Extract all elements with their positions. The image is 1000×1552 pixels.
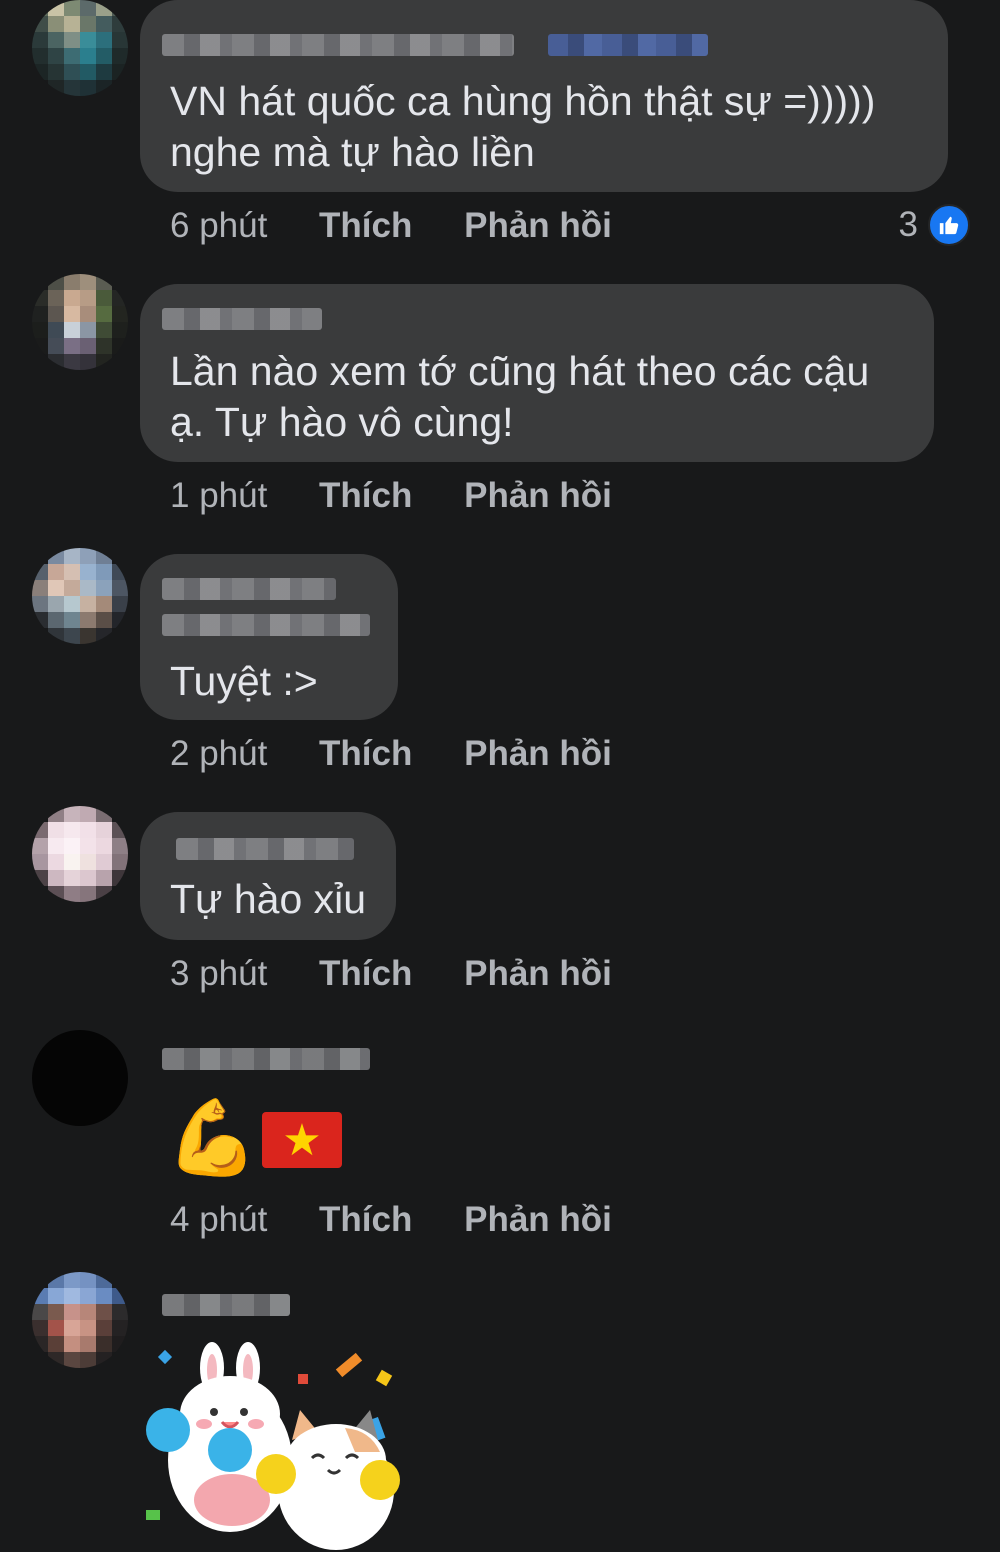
- commenter-name-blurred[interactable]: [162, 308, 322, 330]
- reply-button[interactable]: Phản hồi: [464, 954, 612, 993]
- reaction-summary[interactable]: 3: [899, 204, 970, 246]
- comment-text-line-2: nghe mà tự hào liền: [170, 129, 535, 175]
- comment-text: Tự hào xỉu: [170, 876, 367, 922]
- commenter-name-blurred-2[interactable]: [162, 614, 370, 636]
- commenter-name-blurred[interactable]: [176, 838, 354, 860]
- like-button[interactable]: Thích: [319, 734, 412, 773]
- avatar[interactable]: [32, 548, 128, 644]
- avatar[interactable]: [32, 0, 128, 96]
- comment-text-line-2: ạ. Tự hào vô cùng!: [170, 399, 514, 445]
- comment-time: 4 phút: [170, 1200, 268, 1239]
- vietnam-flag-emoji: ★: [262, 1112, 342, 1168]
- comment-actions: 1 phút Thích Phản hồi: [170, 476, 654, 516]
- avatar[interactable]: [32, 1272, 128, 1368]
- commenter-tag-blurred[interactable]: [548, 34, 708, 56]
- like-icon: [928, 204, 970, 246]
- commenter-name-blurred[interactable]: [162, 1294, 290, 1316]
- comment-time: 2 phút: [170, 734, 268, 773]
- like-button[interactable]: Thích: [319, 476, 412, 515]
- comment-time: 6 phút: [170, 206, 268, 245]
- avatar[interactable]: [32, 1030, 128, 1126]
- comment-time: 1 phút: [170, 476, 268, 515]
- bunny-and-cat-cheering-sticker[interactable]: [140, 1340, 412, 1552]
- commenter-name-blurred[interactable]: [162, 1048, 370, 1070]
- comment-actions: 6 phút Thích Phản hồi: [170, 206, 654, 246]
- comment-text: Tuyệt :>: [170, 658, 318, 704]
- reply-button[interactable]: Phản hồi: [464, 1200, 612, 1239]
- comment-bubble: VN hát quốc ca hùng hồn thật sự =))))) n…: [140, 0, 948, 192]
- flexed-biceps-emoji: 💪: [166, 1096, 259, 1179]
- comment-bubble: Tự hào xỉu: [140, 812, 396, 940]
- commenter-name-blurred[interactable]: [162, 34, 514, 56]
- comment-actions: 4 phút Thích Phản hồi: [170, 1200, 654, 1240]
- like-button[interactable]: Thích: [319, 954, 412, 993]
- comment-actions: 2 phút Thích Phản hồi: [170, 734, 654, 774]
- comment-actions: 3 phút Thích Phản hồi: [170, 954, 654, 994]
- comment-time: 3 phút: [170, 954, 268, 993]
- reply-button[interactable]: Phản hồi: [464, 476, 612, 515]
- comment-text-line-1: VN hát quốc ca hùng hồn thật sự =))))): [170, 78, 876, 124]
- comment-bubble: Tuyệt :>: [140, 554, 398, 720]
- reply-button[interactable]: Phản hồi: [464, 206, 612, 245]
- reply-button[interactable]: Phản hồi: [464, 734, 612, 773]
- reaction-count: 3: [898, 205, 918, 244]
- flag-star-icon: ★: [282, 1115, 322, 1165]
- comment-bubble: Lần nào xem tớ cũng hát theo các cậu ạ. …: [140, 284, 934, 462]
- avatar[interactable]: [32, 806, 128, 902]
- like-button[interactable]: Thích: [319, 1200, 412, 1239]
- comment-text-line-1: Lần nào xem tớ cũng hát theo các cậu: [170, 348, 870, 394]
- avatar[interactable]: [32, 274, 128, 370]
- like-button[interactable]: Thích: [319, 206, 412, 245]
- commenter-name-blurred[interactable]: [162, 578, 336, 600]
